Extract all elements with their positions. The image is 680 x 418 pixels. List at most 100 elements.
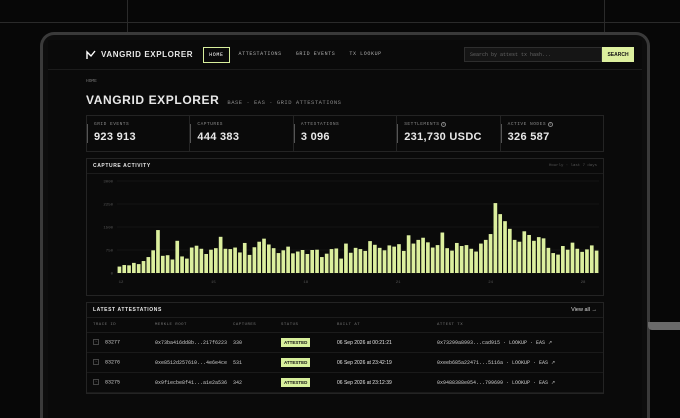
bar — [358, 249, 363, 273]
view-all-link[interactable]: View all → — [571, 307, 597, 313]
search-input[interactable]: Search by attest tx hash... — [464, 47, 602, 62]
attest-tx-link[interactable]: 0x73299a8993...cad915 · LOOKUP · EAS ↗ — [437, 340, 597, 346]
stat-settlements: SETTLEMENTS i 231,730 USDC — [397, 116, 501, 151]
bar — [493, 203, 498, 273]
info-icon[interactable]: i — [548, 122, 554, 127]
chevron-right-icon[interactable]: › — [93, 359, 99, 366]
bar — [295, 251, 300, 273]
bar — [387, 245, 392, 273]
nav-attestations[interactable]: ATTESTATIONS — [234, 47, 287, 63]
bar — [532, 240, 536, 273]
bar — [551, 253, 556, 273]
bar — [127, 265, 131, 273]
bar — [199, 248, 204, 273]
bar — [291, 253, 295, 273]
trace-id-cell: › 83277 — [93, 339, 155, 346]
bar — [575, 248, 580, 273]
trace-id: 83275 — [105, 379, 121, 386]
bar — [189, 247, 194, 273]
status-badge: ATTESTED — [281, 377, 311, 387]
bar — [503, 221, 507, 273]
chevron-right-icon[interactable]: › — [93, 339, 99, 346]
bar — [450, 250, 454, 273]
bar — [185, 258, 189, 273]
info-icon[interactable]: i — [441, 122, 447, 127]
stat-label: GRID EVENTS — [94, 122, 130, 127]
bar — [146, 257, 151, 273]
captures: 342 — [233, 379, 243, 386]
bar — [160, 255, 165, 273]
bar — [170, 259, 175, 273]
y-tick-label: 2250 — [103, 204, 113, 208]
attest-tx-link[interactable]: 0xeeb685a22471...5116a · LOOKUP · EAS ↗ — [437, 360, 597, 366]
chart-meta: Hourly · last 7 days — [548, 164, 597, 168]
built-at: 06 Sep 2026 at 23:12:39 — [337, 379, 392, 386]
capture-activity-panel: CAPTURE ACTIVITY Hourly · last 7 days 0 7… — [86, 158, 604, 296]
bar — [238, 252, 242, 273]
bar — [353, 247, 358, 273]
stat-label: ATTESTATIONS — [300, 122, 340, 127]
x-tick-label: 21 — [396, 281, 401, 285]
bar — [426, 242, 430, 273]
bar — [247, 254, 252, 273]
stats-bar: GRID EVENTS 923 913 CAPTURES 444 383 ATT… — [86, 115, 604, 152]
table-row[interactable]: › 83277 0x73ba416dd8b...217f6223 330 ATTE… — [87, 333, 603, 353]
bar — [565, 249, 570, 273]
brand[interactable]: VANGRID EXPLORER — [86, 49, 193, 60]
bar — [315, 249, 319, 273]
bar — [483, 239, 488, 273]
bar — [122, 265, 127, 273]
bar — [180, 256, 184, 273]
bar — [469, 248, 474, 273]
merkle-root: 0x73ba416dd8b...217f6223 — [155, 339, 228, 346]
built-at: 06 Sep 2026 at 23:42:19 — [337, 359, 392, 366]
search-button[interactable]: SEARCH — [602, 47, 634, 62]
chevron-right-icon[interactable]: › — [93, 379, 99, 386]
built-at: 06 Sep 2026 at 00:21:21 — [337, 339, 392, 346]
bar — [416, 239, 421, 273]
x-tick-label: 28 — [581, 281, 586, 285]
stat-value: 326 587 — [507, 131, 550, 143]
x-tick-label: 15 — [211, 281, 216, 285]
stat-value: 3 096 — [300, 131, 330, 143]
status-cell: ATTESTED — [281, 337, 337, 347]
bar — [421, 237, 425, 273]
table-row[interactable]: › 83275 0x9f1ecbe8f41...a1e2a536 342 ATTE… — [87, 373, 603, 393]
nav-grid-events[interactable]: GRID EVENTS — [291, 47, 341, 63]
col-status: STATUS — [281, 323, 299, 327]
attest-tx-link[interactable]: 0x9488388e054...799699 · LOOKUP · EAS ↗ — [437, 380, 597, 386]
bar — [556, 254, 560, 273]
capture-activity-chart: 0 750 1500 2250 3000 12 15 18 21 24 28 — [103, 181, 599, 285]
bar — [363, 250, 368, 273]
nav-links: HOME ATTESTATIONS GRID EVENTS TX LOOKUP — [203, 46, 387, 63]
x-tick-label: 12 — [119, 281, 124, 285]
bar — [368, 241, 372, 273]
screen: VANGRID EXPLORER HOME ATTESTATIONS GRID … — [48, 40, 642, 418]
table-header: LATEST ATTESTATIONS View all → — [87, 303, 603, 318]
y-tick-label: 1500 — [103, 227, 113, 231]
bar — [209, 249, 213, 273]
bar — [194, 245, 199, 273]
bar — [377, 247, 382, 273]
bar — [344, 243, 348, 273]
status-cell: ATTESTED — [281, 357, 337, 367]
bar — [117, 266, 122, 273]
main-content: HOME VANGRID EXPLORER BASE · EAS · GRID … — [48, 79, 642, 394]
bar — [320, 257, 324, 273]
bar — [262, 238, 266, 273]
bar — [175, 240, 180, 273]
top-nav: VANGRID EXPLORER HOME ATTESTATIONS GRID … — [48, 40, 642, 70]
bar — [165, 255, 170, 273]
breadcrumb[interactable]: HOME — [86, 79, 604, 84]
status-cell: ATTESTED — [281, 377, 337, 387]
table-title: LATEST ATTESTATIONS — [93, 307, 162, 313]
nav-tx-lookup[interactable]: TX LOOKUP — [344, 47, 386, 63]
bar — [213, 248, 218, 273]
captures: 531 — [233, 359, 243, 366]
chart-title: CAPTURE ACTIVITY — [93, 163, 151, 169]
table-row[interactable]: › 83276 0xe8512d257610...4e6e4ce 531 ATTE… — [87, 353, 603, 373]
nav-home[interactable]: HOME — [203, 46, 230, 63]
bar — [300, 250, 305, 273]
bar — [324, 253, 329, 273]
laptop-frame: VANGRID EXPLORER HOME ATTESTATIONS GRID … — [40, 32, 650, 418]
